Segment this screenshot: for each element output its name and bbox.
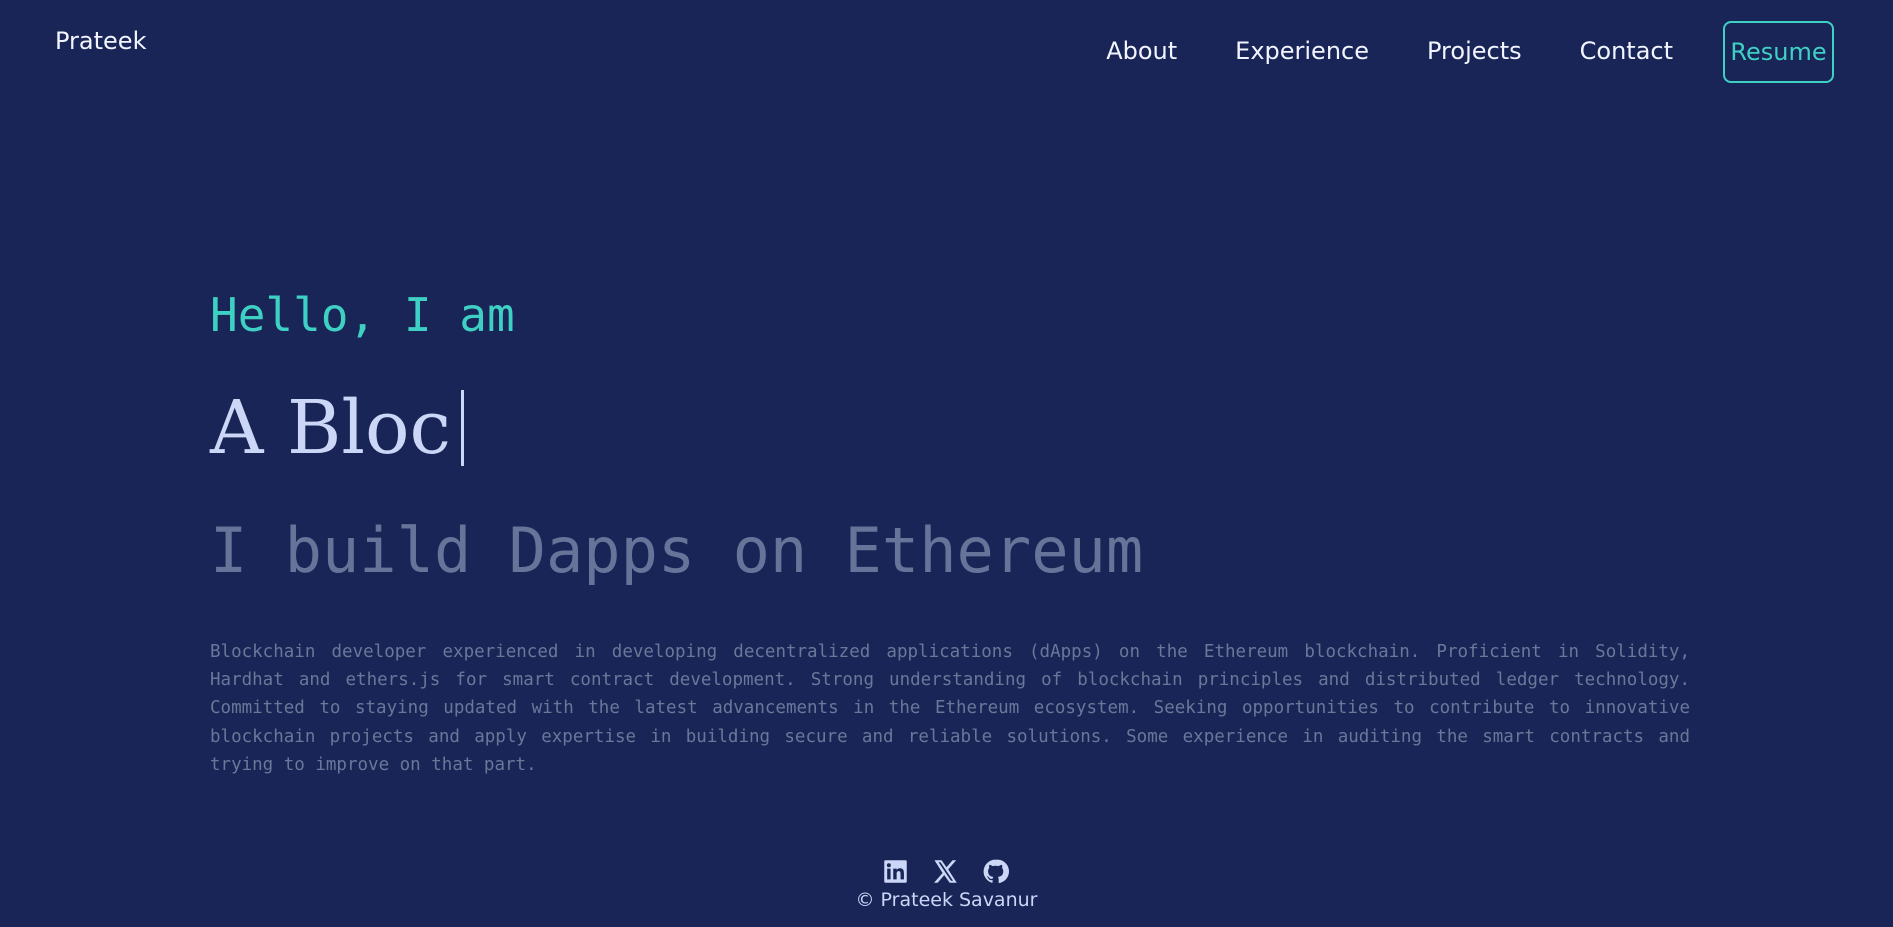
site-header: Prateek About Experience Projects Contac… xyxy=(0,0,1893,110)
linkedin-icon xyxy=(884,859,907,883)
hero-section: Hello, I am A Bloc I build Dapps on Ethe… xyxy=(210,285,1690,779)
typing-cursor xyxy=(461,390,465,466)
main-nav: About Experience Projects Contact xyxy=(1106,37,1673,65)
hero-greeting: Hello, I am xyxy=(210,288,515,342)
nav-link-contact[interactable]: Contact xyxy=(1580,37,1673,65)
site-footer: © Prateek Savanur xyxy=(0,855,1893,911)
social-links xyxy=(0,855,1893,887)
nav-link-experience[interactable]: Experience xyxy=(1235,37,1369,65)
nav-link-about[interactable]: About xyxy=(1106,37,1177,65)
github-link[interactable] xyxy=(982,857,1010,885)
hero-tagline: I build Dapps on Ethereum xyxy=(210,514,1144,587)
x-twitter-icon xyxy=(934,859,957,883)
linkedin-link[interactable] xyxy=(882,857,910,885)
nav-link-projects[interactable]: Projects xyxy=(1427,37,1522,65)
brand-logo-link[interactable]: Prateek xyxy=(55,27,146,55)
hero-bio: Blockchain developer experienced in deve… xyxy=(210,642,1690,775)
hero-role-typewriter: A Bloc xyxy=(210,383,1690,473)
github-icon xyxy=(983,859,1009,883)
resume-button[interactable]: Resume xyxy=(1723,21,1834,83)
copyright-text: © Prateek Savanur xyxy=(855,889,1038,911)
hero-role-text: A Bloc xyxy=(210,385,452,471)
x-twitter-link[interactable] xyxy=(932,857,960,885)
